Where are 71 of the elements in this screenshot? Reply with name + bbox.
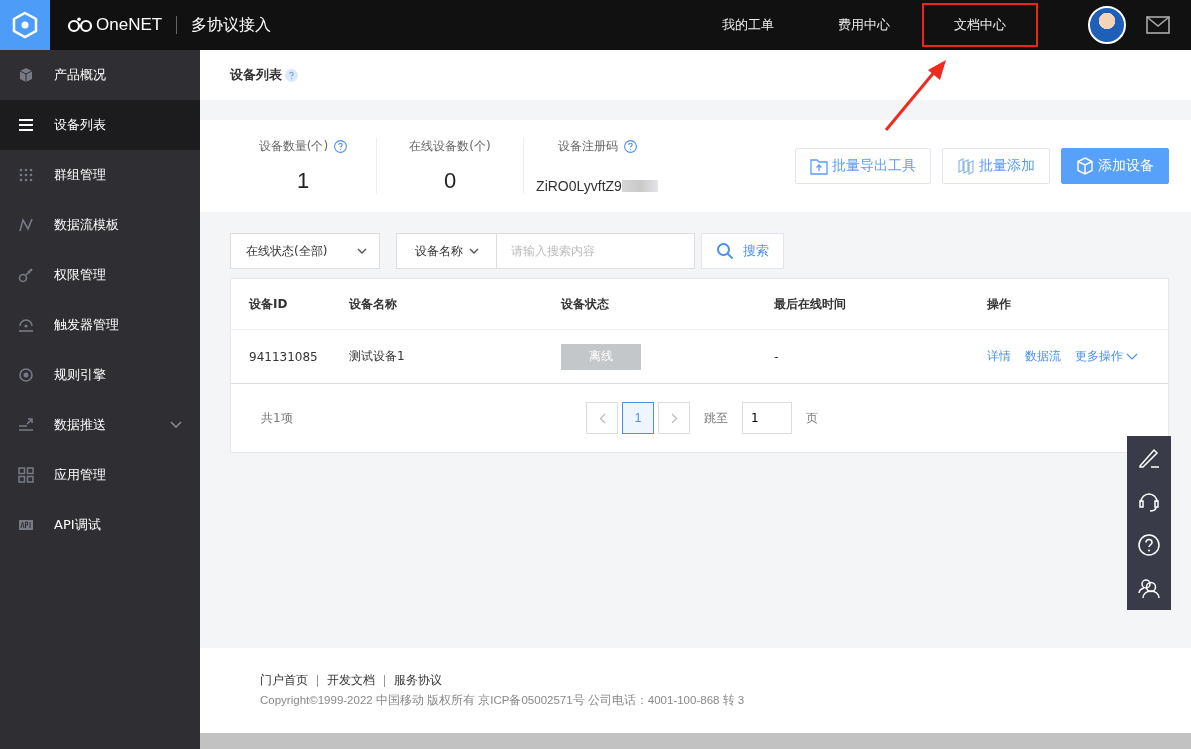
search-icon (716, 242, 734, 260)
footer-link[interactable]: 门户首页 (260, 672, 308, 689)
sidebar-item[interactable]: API调试 (0, 500, 200, 550)
jump-label: 跳至 (704, 409, 728, 427)
copyright-text: Copyright©1999-2022 中国移动 版权所有 京ICP备05002571号 公司电话：4001-100-868 转 3 (260, 693, 746, 708)
sidebar-item[interactable]: 规则引擎 (0, 350, 200, 400)
page-jump-field[interactable]: 1 (742, 402, 792, 434)
stacked-sheets-icon (957, 157, 975, 175)
app-logo-tile[interactable] (0, 0, 50, 50)
stat-label: 设备数量(个) (258, 138, 329, 155)
table-cell-text: 941131085 (249, 349, 319, 364)
menu-item-icon (18, 467, 34, 483)
stat-value: 1 (296, 168, 310, 194)
menu-item-icon (18, 517, 34, 533)
search-field[interactable]: 请输入搜索内容 (497, 233, 695, 269)
column-header: 最后在线时间 (774, 295, 847, 313)
nav-link[interactable]: 费用中心 (806, 3, 922, 47)
users-icon[interactable] (1137, 576, 1161, 601)
column-header: 操作 (987, 295, 1012, 313)
status-tag: 离线 (561, 343, 641, 370)
redaction-mark (621, 180, 658, 192)
avatar-icon[interactable] (1088, 6, 1126, 44)
cube-icon (1076, 157, 1094, 175)
folder-upload-icon (810, 157, 828, 175)
stat-value: 0 (443, 168, 457, 194)
menu-item-icon (18, 267, 34, 283)
menu-item-icon (18, 67, 34, 83)
menu-item-icon (18, 117, 34, 133)
stat-label: 在线设备数(个) (409, 138, 491, 155)
menu-item-icon (18, 417, 34, 433)
menu-item-icon (18, 367, 34, 383)
sidebar-item[interactable]: 触发器管理 (0, 300, 200, 350)
table-cell-text: 测试设备1 (349, 348, 406, 365)
column-header: 设备状态 (561, 295, 610, 313)
nav-link[interactable]: 文档中心 (922, 3, 1038, 47)
stat-label: 设备注册码 (557, 138, 618, 155)
status-dropdown[interactable]: 在线状态(全部) (230, 233, 380, 269)
column-header: 设备名称 (349, 295, 398, 313)
page-unit-label: 页 (806, 409, 818, 427)
chevron-down-icon (1126, 353, 1138, 360)
chevron-right-icon (670, 412, 678, 424)
sidebar-item[interactable]: 数据流模板 (0, 200, 200, 250)
annotation-arrow (884, 60, 948, 132)
rings-logo-icon (67, 17, 93, 33)
sidebar-item[interactable]: 权限管理 (0, 250, 200, 300)
mail-icon[interactable] (1146, 16, 1170, 34)
sidebar-item[interactable]: 群组管理 (0, 150, 200, 200)
horizontal-scrollbar[interactable] (200, 733, 1191, 749)
sidebar-item[interactable]: 数据推送 (0, 400, 200, 450)
registration-code: ZiRO0LyvftZ9 (536, 178, 622, 194)
nav-link[interactable]: 我的工单 (690, 3, 806, 47)
footer-link[interactable]: 服务协议 (394, 672, 442, 689)
product-title: 多协议接入 (191, 14, 272, 36)
field-dropdown[interactable]: 设备名称 (396, 233, 497, 269)
menu-item-icon (18, 217, 34, 233)
sidebar-item[interactable]: 产品概况 (0, 50, 200, 100)
chevron-down-icon (468, 248, 479, 254)
sidebar-item[interactable]: 设备列表 (0, 100, 200, 150)
table-cell-text: - (774, 349, 780, 364)
menu-item-icon (18, 317, 34, 333)
chevron-down-icon (357, 248, 367, 254)
chevron-left-icon (598, 412, 606, 424)
footer-link[interactable]: 开发文档 (327, 672, 375, 689)
page-title: 设备列表 (230, 66, 282, 84)
column-header: 设备ID (249, 295, 289, 313)
menu-item-icon (18, 167, 34, 183)
sidebar-item[interactable]: 应用管理 (0, 450, 200, 500)
brand-name: OneNET (96, 15, 163, 35)
hexagon-logo-icon (11, 11, 39, 39)
help-icon[interactable] (1137, 532, 1161, 557)
total-count: 共1项 (261, 409, 294, 427)
